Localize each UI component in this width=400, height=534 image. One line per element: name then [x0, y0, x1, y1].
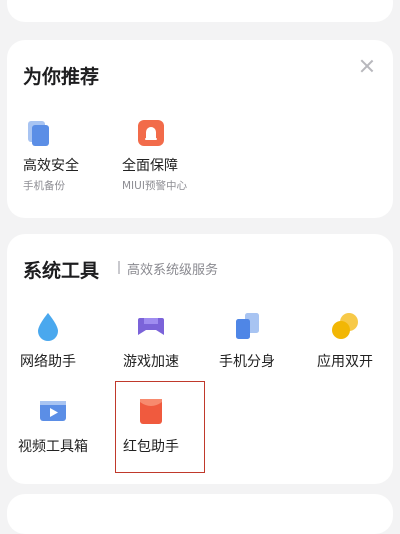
close-icon[interactable]: [359, 58, 375, 74]
dual-app-icon: [329, 310, 361, 342]
rec-item-label: 全面保障: [122, 158, 178, 174]
alert-center-icon: [136, 118, 166, 148]
rec-item-alert-center[interactable]: 全面保障 MIUI预警中心: [122, 118, 232, 192]
tool-second-space[interactable]: 手机分身: [202, 310, 292, 371]
title-divider: [118, 261, 120, 274]
rec-item-backup[interactable]: 高效安全 手机备份: [23, 118, 133, 192]
rec-item-label: 高效安全: [23, 158, 79, 174]
recommend-title: 为你推荐: [23, 66, 100, 88]
recommend-card: 为你推荐 高效安全 手机备份 全面保障 MIUI预警中心: [7, 40, 393, 218]
highlight-frame: [115, 381, 205, 473]
water-drop-icon: [32, 310, 64, 342]
tool-video-toolbox[interactable]: 视频工具箱: [8, 395, 98, 456]
tool-dual-apps[interactable]: 应用双开: [300, 310, 390, 371]
tool-label: 应用双开: [317, 354, 373, 370]
tool-network-assistant[interactable]: 网络助手: [3, 310, 93, 371]
tool-label: 网络助手: [20, 354, 76, 370]
tool-label: 游戏加速: [123, 354, 179, 370]
rec-item-sub: 手机备份: [23, 180, 65, 192]
tool-label: 视频工具箱: [18, 439, 88, 455]
previous-card: [7, 0, 393, 22]
tool-game-turbo[interactable]: 游戏加速: [106, 310, 196, 371]
next-card: [7, 494, 393, 534]
gamepad-icon: [135, 310, 167, 342]
phone-clone-icon: [231, 310, 263, 342]
rec-item-sub: MIUI预警中心: [122, 180, 187, 192]
system-tools-title: 系统工具: [23, 260, 100, 282]
system-tools-subtitle: 高效系统级服务: [127, 263, 219, 278]
video-toolbox-icon: [37, 395, 69, 427]
backup-icon: [23, 118, 53, 148]
tool-label: 手机分身: [219, 354, 275, 370]
